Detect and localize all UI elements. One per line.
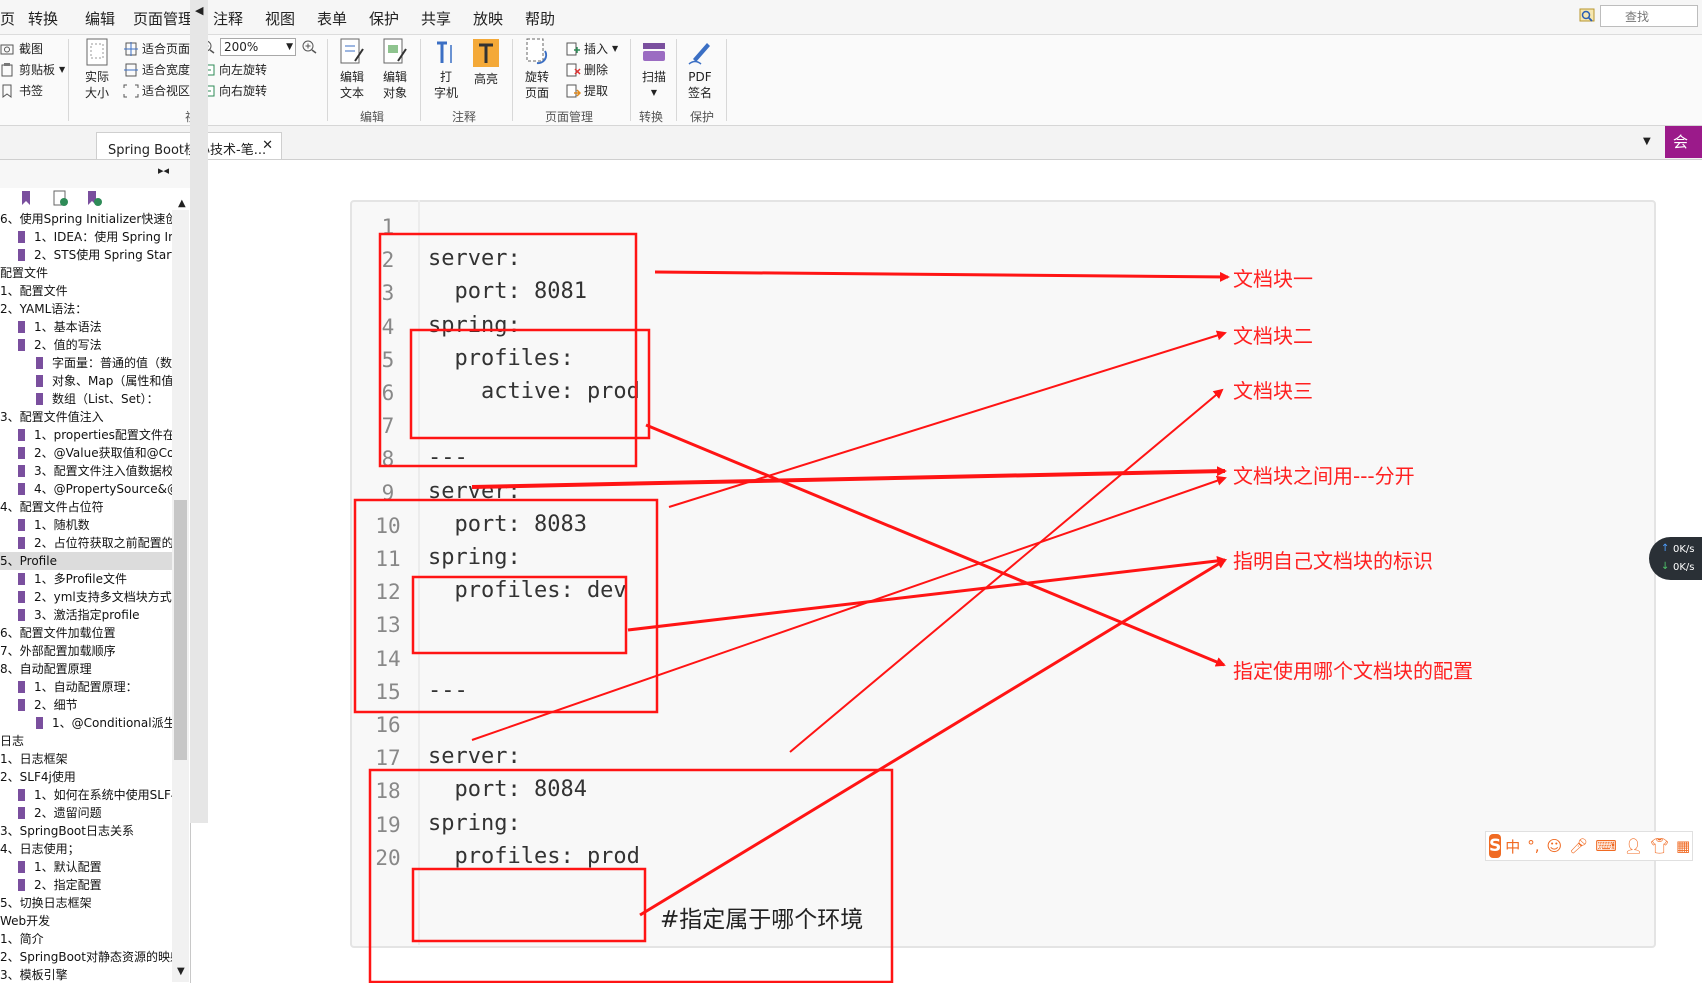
doc-block-1-spring-box: [409, 328, 651, 440]
doc-block-2-box: [353, 498, 659, 714]
doc-block-1-box: [378, 232, 638, 468]
keyboard-icon[interactable]: ⌨: [1595, 837, 1617, 855]
arrow-own-profile-dev: [627, 555, 1227, 632]
arrow-separator-1: [471, 466, 1227, 489]
arrow-to-block-3: [789, 388, 1224, 753]
sogou-logo-icon[interactable]: S: [1489, 834, 1502, 858]
annotation-overlay: [353, 232, 1230, 983]
microphone-icon[interactable]: 🎤︎: [1569, 837, 1588, 855]
download-arrow-icon: ↓: [1661, 561, 1670, 572]
arrow-to-block-1: [654, 270, 1230, 282]
ime-mode[interactable]: 中: [1505, 836, 1520, 857]
doc-block-3-box: [368, 768, 894, 983]
upload-speed: 0K/s: [1673, 544, 1695, 555]
doc-block-3-spring-box: [411, 867, 647, 943]
arrow-separator-2: [471, 475, 1227, 741]
doc-block-2-spring-box: [411, 575, 628, 655]
user-icon[interactable]: 👤︎: [1624, 837, 1643, 855]
ime-punctuation[interactable]: °,: [1527, 837, 1539, 855]
network-speed-widget[interactable]: ↑ 0K/s ↓ 0K/s: [1649, 537, 1702, 580]
ime-toolbar[interactable]: S 中 °, ☺ 🎤︎ ⌨ 👤︎ 👕︎ ▦: [1485, 831, 1693, 861]
upload-arrow-icon: ↑: [1661, 543, 1670, 554]
emoji-icon[interactable]: ☺: [1547, 837, 1563, 855]
grid-icon[interactable]: ▦: [1676, 837, 1690, 855]
download-speed: 0K/s: [1673, 562, 1695, 573]
arrow-own-profile-prod: [639, 558, 1227, 917]
shirt-icon[interactable]: 👕︎: [1650, 837, 1669, 855]
